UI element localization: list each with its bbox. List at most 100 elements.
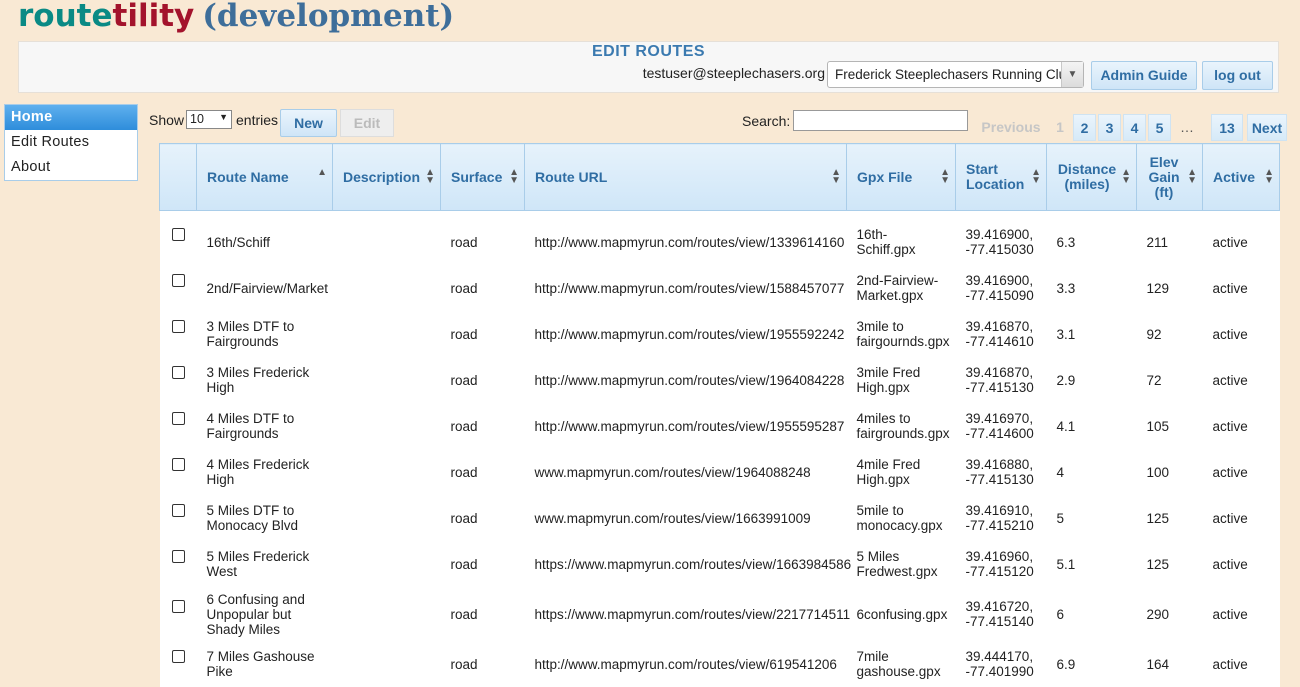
cell-route-url: http://www.mapmyrun.com/routes/view/1955… — [524, 403, 847, 449]
sort-icon: ▲ ▼ — [425, 167, 435, 186]
row-select-cell — [159, 311, 197, 357]
cell-surface: road — [440, 541, 525, 587]
cell-elev-gain: 72 — [1136, 357, 1203, 403]
cell-route-url: www.mapmyrun.com/routes/view/1663991009 — [524, 495, 847, 541]
row-checkbox[interactable] — [171, 550, 185, 563]
page-1-button[interactable]: 1 — [1050, 114, 1070, 141]
page-13-button[interactable]: 13 — [1211, 114, 1243, 141]
cell-surface: road — [440, 357, 525, 403]
cell-active: active — [1202, 403, 1280, 449]
cell-route-name: 16th/Schiff — [196, 219, 333, 265]
col-label: Active — [1213, 168, 1256, 185]
table-row: 5 Miles DTF to Monocacy Blvd road www.mapmy… — [159, 495, 1280, 541]
table-row: 3 Miles Frederick High road http://www.mapm… — [159, 357, 1280, 403]
row-checkbox[interactable] — [171, 504, 185, 517]
row-checkbox[interactable] — [171, 412, 185, 425]
col-label: Start Location — [966, 161, 1025, 192]
col-label: Gpx File — [857, 168, 913, 185]
logout-button[interactable]: log out — [1202, 61, 1273, 90]
edit-button[interactable]: Edit — [340, 109, 394, 137]
row-checkbox[interactable] — [171, 600, 185, 613]
cell-surface: road — [440, 495, 525, 541]
entries-select[interactable]: 10 ▼ — [186, 110, 232, 129]
cell-start-location: 39.416870, -77.415130 — [955, 357, 1047, 403]
cell-route-name: 4 Miles Frederick High — [196, 449, 333, 495]
row-checkbox[interactable] — [171, 650, 185, 663]
cell-gpx-file: 3mile to fairgournds.gpx — [846, 311, 956, 357]
new-button[interactable]: New — [280, 109, 337, 137]
col-header-route-name[interactable]: Route Name ▲ — [196, 143, 333, 211]
cell-route-name: 4 Miles DTF to Fairgrounds — [196, 403, 333, 449]
sort-asc-icon: ▲ — [317, 167, 327, 178]
cell-start-location: 39.416900, -77.415090 — [955, 265, 1047, 311]
sidebar-item-home[interactable]: Home — [5, 105, 137, 130]
cell-elev-gain: 290 — [1136, 587, 1203, 641]
sort-icon: ▲ ▼ — [1031, 167, 1041, 186]
next-button[interactable]: Next — [1247, 114, 1287, 141]
col-header-active[interactable]: Active ▲ ▼ — [1202, 143, 1280, 211]
col-label: Elev Gain (ft) — [1148, 153, 1180, 200]
cell-distance: 4 — [1046, 449, 1137, 495]
cell-route-name: 5 Miles Frederick West — [196, 541, 333, 587]
sidebar-nav: Home Edit Routes About — [4, 104, 138, 181]
row-checkbox[interactable] — [171, 320, 185, 333]
col-header-description[interactable]: Description ▲ ▼ — [332, 143, 441, 211]
cell-active: active — [1202, 587, 1280, 641]
row-select-cell — [159, 449, 197, 495]
cell-description — [332, 403, 441, 449]
cell-description — [332, 311, 441, 357]
cell-start-location: 39.416880, -77.415130 — [955, 449, 1047, 495]
cell-elev-gain: 105 — [1136, 403, 1203, 449]
routes-table-container: Route Name ▲ Description ▲ ▼ Surface ▲ ▼ Rout… — [159, 143, 1280, 687]
col-header-elev-gain[interactable]: Elev Gain (ft) ▲ ▼ — [1136, 143, 1203, 211]
cell-route-url: http://www.mapmyrun.com/routes/view/1955… — [524, 311, 847, 357]
row-checkbox[interactable] — [171, 366, 185, 379]
routes-table: Route Name ▲ Description ▲ ▼ Surface ▲ ▼ Rout… — [159, 143, 1280, 687]
col-header-distance[interactable]: Distance (miles) ▲ ▼ — [1046, 143, 1137, 211]
club-select[interactable]: Frederick Steeplechasers Running Club ▼ — [827, 61, 1084, 88]
cell-distance: 6.9 — [1046, 641, 1137, 687]
row-checkbox[interactable] — [171, 228, 185, 241]
cell-distance: 6.3 — [1046, 219, 1137, 265]
sort-icon: ▲ ▼ — [509, 167, 519, 186]
row-checkbox[interactable] — [171, 458, 185, 471]
page-4-button[interactable]: 4 — [1123, 114, 1146, 141]
cell-route-url: https://www.mapmyrun.com/routes/view/166… — [524, 541, 851, 587]
page-2-button[interactable]: 2 — [1073, 114, 1096, 141]
cell-start-location: 39.416870, -77.414610 — [955, 311, 1047, 357]
cell-start-location: 39.416960, -77.415120 — [955, 541, 1047, 587]
cell-gpx-file: 5mile to monocacy.gpx — [846, 495, 956, 541]
row-select-cell — [159, 403, 197, 449]
admin-guide-button[interactable]: Admin Guide — [1091, 61, 1197, 90]
cell-gpx-file: 3mile Fred High.gpx — [846, 357, 956, 403]
sidebar-item-edit-routes[interactable]: Edit Routes — [5, 130, 137, 155]
top-bar: EDIT ROUTES testuser@steeplechasers.org … — [18, 41, 1279, 93]
cell-distance: 5 — [1046, 495, 1137, 541]
cell-elev-gain: 92 — [1136, 311, 1203, 357]
cell-route-url: www.mapmyrun.com/routes/view/1964088248 — [524, 449, 847, 495]
row-select-cell — [159, 357, 197, 403]
page-3-button[interactable]: 3 — [1098, 114, 1121, 141]
row-checkbox[interactable] — [171, 274, 185, 287]
cell-surface: road — [440, 219, 525, 265]
cell-distance: 4.1 — [1046, 403, 1137, 449]
row-select-cell — [159, 265, 197, 311]
search-input[interactable] — [793, 110, 968, 131]
cell-route-url: http://www.mapmyrun.com/routes/view/1339… — [524, 219, 847, 265]
cell-route-name: 6 Confusing and Unpopular but Shady Miles — [196, 587, 333, 641]
col-header-surface[interactable]: Surface ▲ ▼ — [440, 143, 525, 211]
row-select-cell — [159, 495, 197, 541]
sidebar-item-about[interactable]: About — [5, 155, 137, 180]
cell-distance: 3.1 — [1046, 311, 1137, 357]
cell-start-location: 39.416910, -77.415210 — [955, 495, 1047, 541]
col-label: Surface — [451, 168, 503, 185]
cell-description — [332, 449, 441, 495]
col-header-start-location[interactable]: Start Location ▲ ▼ — [955, 143, 1047, 211]
chevron-down-icon[interactable]: ▼ — [1061, 62, 1083, 87]
col-header-gpx-file[interactable]: Gpx File ▲ ▼ — [846, 143, 956, 211]
page-5-button[interactable]: 5 — [1148, 114, 1171, 141]
col-label: Route Name — [207, 168, 289, 185]
col-header-route-url[interactable]: Route URL ▲ ▼ — [524, 143, 847, 211]
previous-button[interactable]: Previous — [976, 114, 1046, 141]
cell-gpx-file: 6confusing.gpx — [846, 587, 956, 641]
